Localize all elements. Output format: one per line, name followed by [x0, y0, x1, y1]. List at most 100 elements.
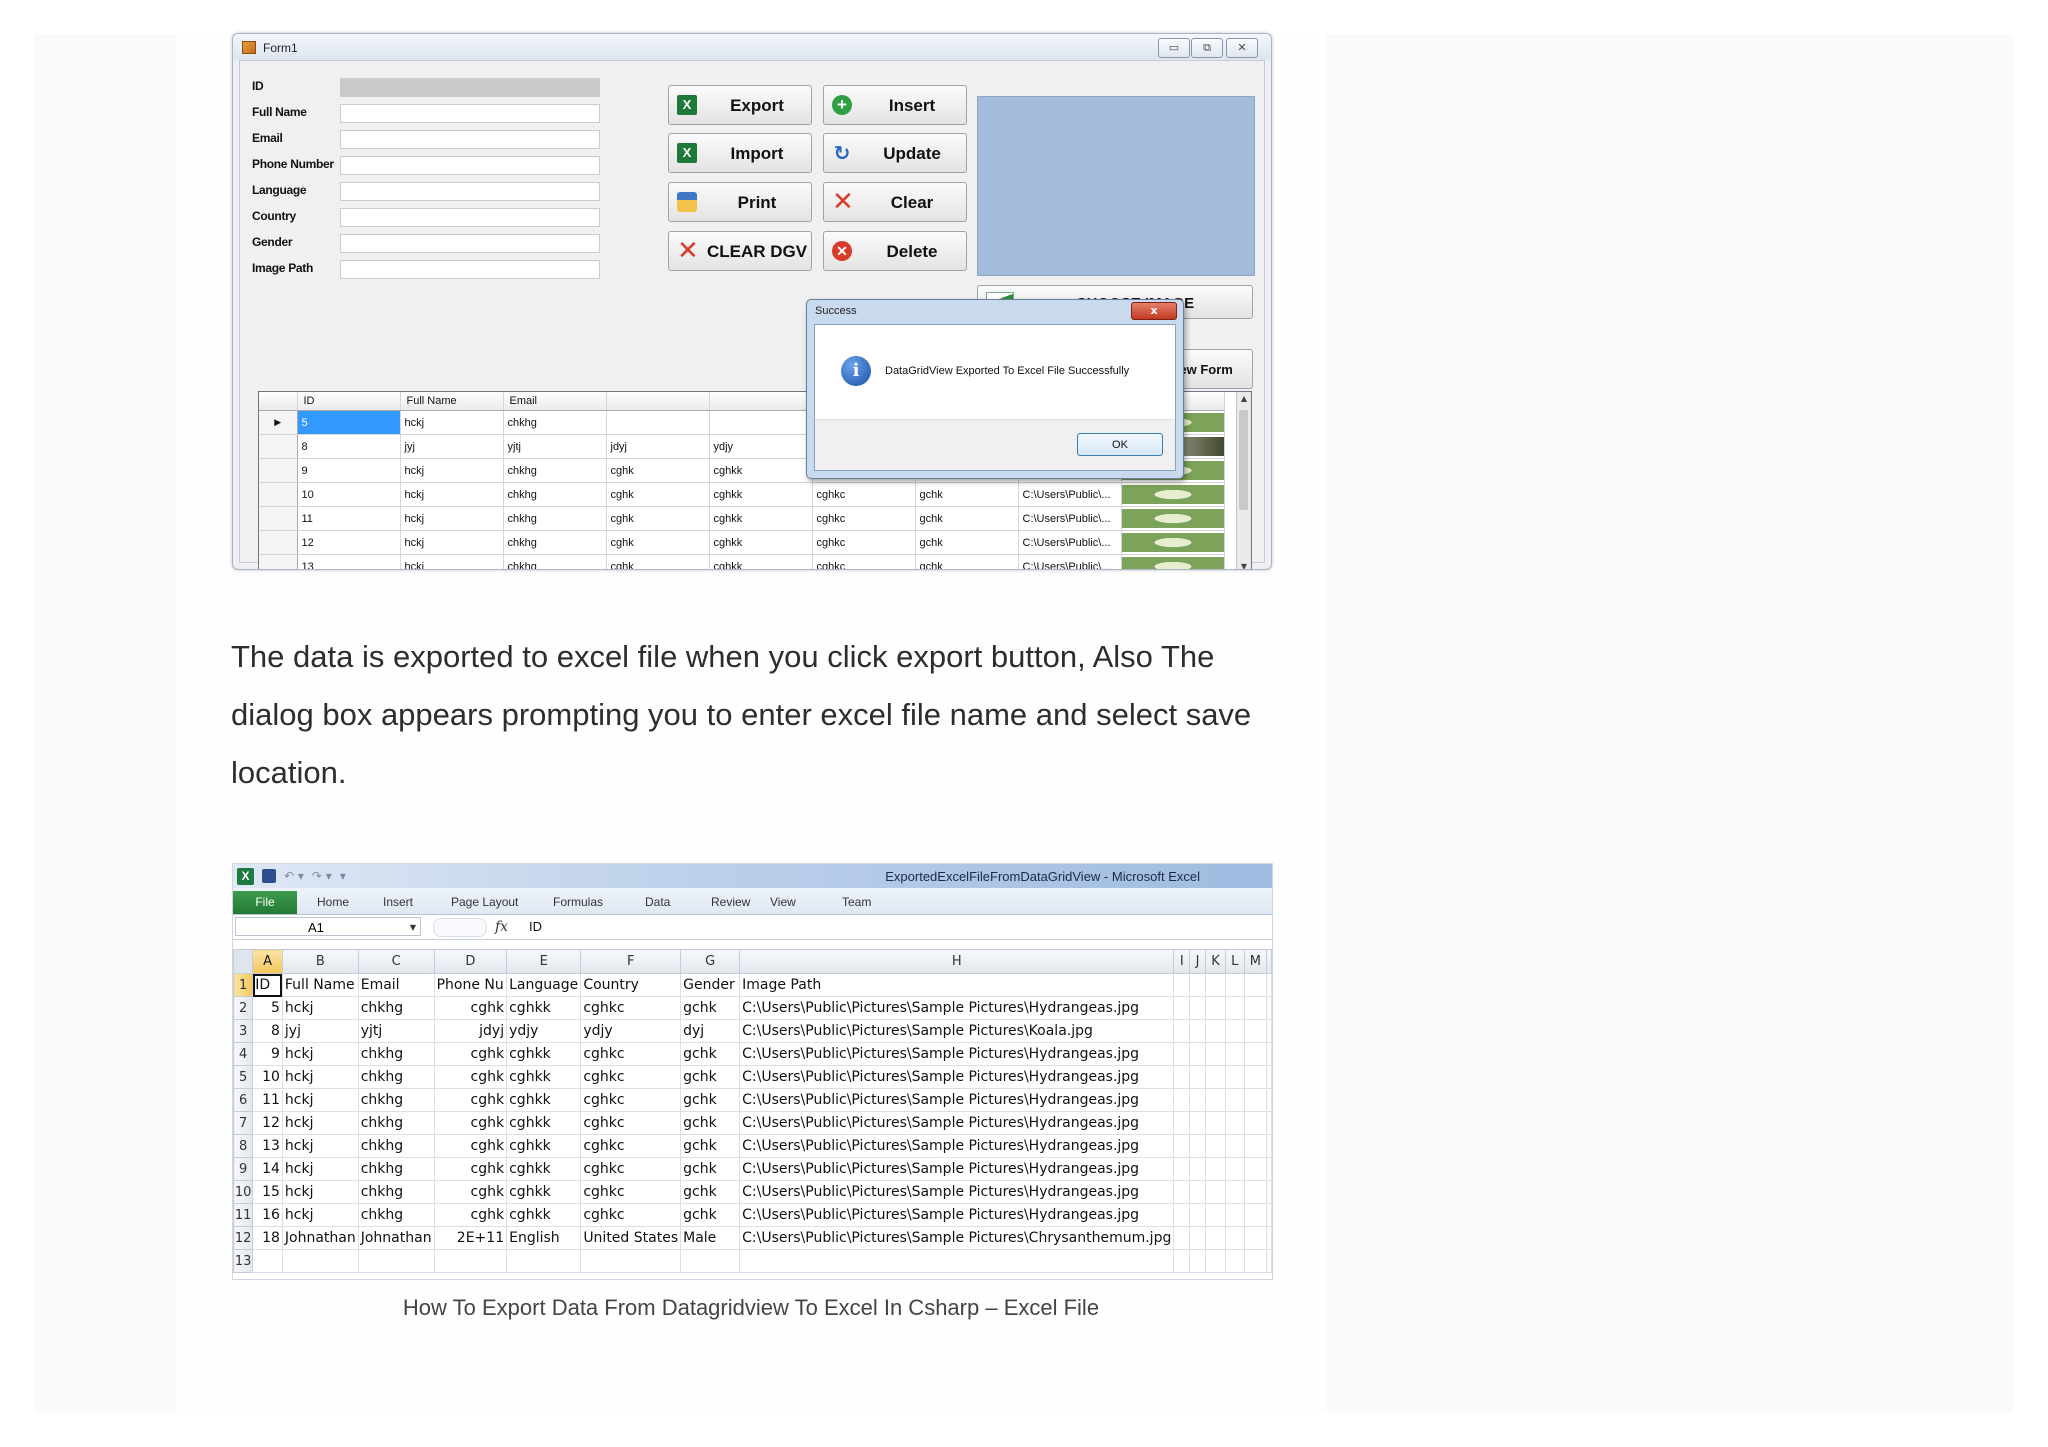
column-header[interactable]: L [1224, 949, 1245, 974]
cell[interactable]: 15 [252, 1180, 283, 1204]
grid-cell[interactable]: 8 [297, 434, 401, 459]
cell[interactable] [1205, 1134, 1226, 1158]
cell[interactable] [1173, 973, 1191, 997]
grid-cell[interactable]: cghkc [812, 506, 916, 531]
select-all-corner[interactable] [233, 949, 254, 974]
cell[interactable] [252, 1249, 283, 1273]
delete-button[interactable]: ✕ Delete [823, 231, 967, 271]
column-header[interactable] [1266, 949, 1272, 974]
cell[interactable] [1189, 1157, 1207, 1181]
cell[interactable]: cghkk [506, 1134, 582, 1158]
column-header[interactable]: I [1173, 949, 1191, 974]
cell[interactable] [1173, 1180, 1191, 1204]
image-cell[interactable] [1121, 482, 1225, 507]
cell[interactable] [1173, 1249, 1191, 1273]
cell[interactable]: Johnathan [281, 1226, 359, 1250]
column-header[interactable]: D [433, 949, 508, 974]
ok-button[interactable]: OK [1077, 433, 1163, 456]
ribbon-tab[interactable]: Review [711, 895, 750, 909]
grid-cell[interactable]: chkhg [503, 410, 607, 435]
cell[interactable] [1243, 1088, 1268, 1112]
grid-column-header[interactable] [709, 392, 813, 411]
cell[interactable] [1189, 1019, 1207, 1043]
cell[interactable]: cghkc [580, 1111, 682, 1135]
cell[interactable]: yjtj [357, 1019, 435, 1043]
cell[interactable]: C:\Users\Public\Pictures\Sample Pictures… [739, 1065, 1175, 1089]
minimize-button[interactable]: ▭ [1158, 38, 1190, 58]
export-button[interactable]: X Export [668, 85, 812, 125]
grid-column-header[interactable]: Email [503, 392, 607, 411]
cell[interactable]: Gender [680, 973, 741, 997]
cell[interactable] [1224, 996, 1245, 1020]
cell[interactable] [1243, 1203, 1268, 1227]
cell[interactable]: Email [357, 973, 435, 997]
grid-cell[interactable]: jyj [400, 434, 504, 459]
cell[interactable]: 13 [252, 1134, 283, 1158]
cell[interactable]: gchk [680, 1065, 741, 1089]
column-header[interactable]: C [357, 949, 435, 974]
cell[interactable] [1266, 1226, 1272, 1250]
cell[interactable]: ydjy [506, 1019, 582, 1043]
cell[interactable] [1266, 1111, 1272, 1135]
grid-cell[interactable]: 5 [297, 410, 401, 435]
grid-row[interactable]: 10 hckj chkhg cghk cghkk cghkc gchk C:\Users\Pu… [259, 482, 1225, 507]
clear-dgv-button[interactable]: ✕ CLEAR DGV [668, 231, 812, 271]
field-input[interactable] [340, 156, 600, 175]
cell[interactable] [1205, 1065, 1226, 1089]
grid-cell[interactable]: hckj [400, 482, 504, 507]
row-header[interactable] [259, 554, 298, 569]
worksheet-grid[interactable]: ABCDEFGHIJKLM 1 ID Full Name Email Phone Nu L… [233, 949, 1272, 1273]
close-button[interactable]: ✕ [1226, 38, 1258, 58]
cell[interactable] [1266, 1180, 1272, 1204]
cell[interactable] [1243, 1249, 1268, 1273]
cell[interactable]: 16 [252, 1203, 283, 1227]
cell[interactable] [1243, 996, 1268, 1020]
cell[interactable]: C:\Users\Public\Pictures\Sample Pictures… [739, 1042, 1175, 1066]
cell[interactable] [1173, 996, 1191, 1020]
grid-cell[interactable]: C:\Users\Public\... [1018, 530, 1122, 555]
row-header[interactable] [259, 482, 298, 507]
cell[interactable] [1173, 1042, 1191, 1066]
cell[interactable] [433, 1249, 508, 1273]
cell[interactable]: cghk [433, 1088, 508, 1112]
cell[interactable] [1266, 1249, 1272, 1273]
cell[interactable]: gchk [680, 1134, 741, 1158]
cell[interactable] [680, 1249, 741, 1273]
grid-cell[interactable]: cghk [606, 530, 710, 555]
cell[interactable]: C:\Users\Public\Pictures\Sample Pictures… [739, 1226, 1175, 1250]
cell[interactable]: cghkc [580, 1042, 682, 1066]
cell[interactable]: C:\Users\Public\Pictures\Sample Pictures… [739, 1203, 1175, 1227]
grid-cell[interactable]: cghkk [709, 530, 813, 555]
cell[interactable]: hckj [281, 996, 359, 1020]
file-tab[interactable]: File [233, 891, 297, 914]
grid-cell[interactable]: 13 [297, 554, 401, 569]
cell[interactable] [1205, 1157, 1226, 1181]
cell[interactable] [1173, 1088, 1191, 1112]
scroll-up-icon[interactable]: ▲ [1237, 392, 1251, 406]
row-number[interactable]: 7 [233, 1111, 254, 1135]
cell[interactable]: cghkk [506, 1203, 582, 1227]
cell[interactable] [1243, 1226, 1268, 1250]
grid-cell[interactable]: chkhg [503, 458, 607, 483]
grid-cell[interactable]: 10 [297, 482, 401, 507]
cell[interactable] [1224, 1019, 1245, 1043]
cell[interactable]: Full Name [281, 973, 359, 997]
field-input[interactable] [340, 104, 600, 123]
cell[interactable]: cghk [433, 1065, 508, 1089]
row-number[interactable]: 2 [233, 996, 254, 1020]
cell[interactable]: hckj [281, 1180, 359, 1204]
field-input[interactable] [340, 182, 600, 201]
cell[interactable]: cghkc [580, 1088, 682, 1112]
grid-cell[interactable]: C:\Users\Public\... [1018, 554, 1122, 569]
current-row-arrow-icon[interactable]: ▶ [259, 410, 298, 435]
grid-cell[interactable]: ydjy [709, 434, 813, 459]
cell[interactable]: cghkc [580, 1157, 682, 1181]
cell[interactable] [1173, 1019, 1191, 1043]
grid-cell[interactable]: C:\Users\Public\... [1018, 482, 1122, 507]
insert-button[interactable]: + Insert [823, 85, 967, 125]
cell[interactable] [1243, 1019, 1268, 1043]
grid-cell[interactable]: chkhg [503, 482, 607, 507]
cell[interactable] [1266, 996, 1272, 1020]
grid-cell[interactable]: C:\Users\Public\... [1018, 506, 1122, 531]
cell[interactable]: chkhg [357, 1203, 435, 1227]
